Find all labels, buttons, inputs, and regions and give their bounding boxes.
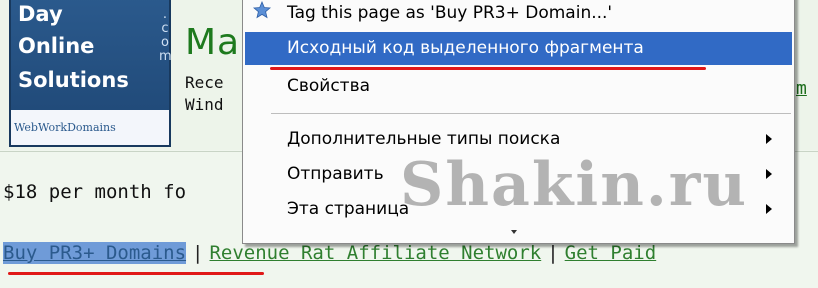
nav-links: Buy PR3+ Domains | Revenue Rat Affiliate N… [3,242,656,264]
buy-pr3-domains-link[interactable]: Buy PR3+ Domains [3,242,187,264]
menu-item-send[interactable]: Отправить [287,164,384,184]
more-items-chevron-icon[interactable] [511,230,517,234]
site-logo[interactable]: Day Online Solutions .com WebWorkDomains [9,0,172,147]
logo-word-online: Online [18,34,95,58]
menu-separator [271,113,791,114]
logo-word-day: Day [18,2,63,26]
submenu-arrow-icon [766,204,772,214]
link-separator: | [547,242,559,264]
submenu-arrow-icon [766,169,772,179]
article-title-link[interactable]: Ma [185,22,240,63]
watermark: Shakin.ru [400,150,748,220]
article-description: Rece Wind [185,73,224,114]
tag-page-icon [253,1,271,19]
menu-item-view-selection-source[interactable]: Исходный код выделенного фрагмента [287,38,644,58]
revenue-rat-link[interactable]: Revenue Rat Affiliate Network [209,242,541,264]
logo-word-solutions: Solutions [18,68,129,92]
truncated-link[interactable]: m [796,78,807,99]
red-underline-annotation [8,272,264,275]
menu-item-extra-search[interactable]: Дополнительные типы поиска [287,129,560,149]
link-separator: | [192,242,204,264]
menu-item-properties[interactable]: Свойства [287,76,370,96]
submenu-arrow-icon [766,134,772,144]
logo-tagline: WebWorkDomains [11,110,169,145]
logo-dotcom: .com [159,7,172,64]
red-underline-annotation [270,67,706,70]
price-text: $18 per month fo [3,181,187,203]
get-paid-link[interactable]: Get Paid [565,242,657,264]
menu-item-tag-page[interactable]: Tag this page as 'Buy PR3+ Domain...' [287,3,612,23]
menu-item-this-page[interactable]: Эта страница [287,199,409,219]
